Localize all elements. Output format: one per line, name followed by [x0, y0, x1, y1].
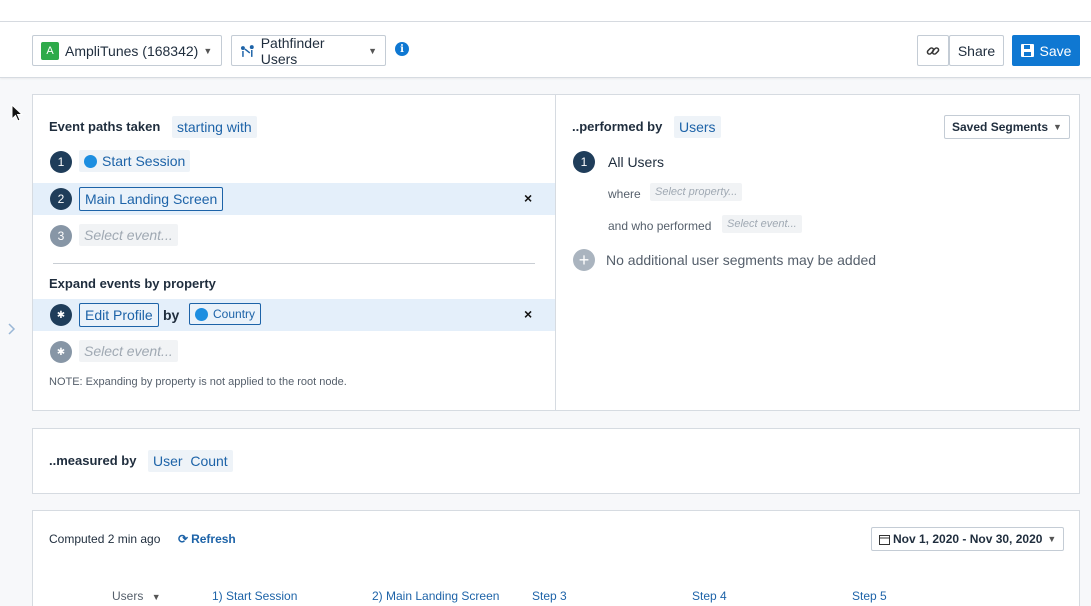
- column-step-3[interactable]: Step 3: [532, 589, 567, 603]
- chevron-right-icon[interactable]: [7, 322, 17, 336]
- chart-header: A AmpliTunes (168342) ▼ Pathfinder Users…: [0, 22, 1091, 78]
- expand-note: NOTE: Expanding by property is not appli…: [49, 376, 347, 388]
- step-event-start-session[interactable]: Start Session: [79, 150, 191, 172]
- events-title: Event paths taken: [49, 119, 161, 134]
- save-button[interactable]: Save: [1012, 35, 1080, 66]
- expand-title: Expand events by property: [49, 276, 216, 291]
- step-number: 2: [50, 188, 72, 210]
- chevron-down-icon: ▼: [151, 592, 161, 602]
- no-more-segments-text: No additional user segments may be added: [606, 252, 877, 268]
- saved-segments-dropdown[interactable]: Saved Segments ▼: [944, 115, 1070, 139]
- date-range-picker[interactable]: Nov 1, 2020 - Nov 30, 2020 ▼: [871, 527, 1065, 551]
- app-selector-label: AmpliTunes (168342): [65, 42, 199, 59]
- chevron-down-icon: ▼: [203, 45, 213, 56]
- who-performed-label: and who performed: [608, 219, 712, 233]
- chart-type-selector[interactable]: Pathfinder Users ▼: [231, 34, 386, 67]
- step-number: 3: [50, 225, 72, 247]
- chart-type-label: Pathfinder Users: [260, 34, 325, 67]
- expand-bullet: ✱: [50, 304, 72, 326]
- app-selector[interactable]: A AmpliTunes (168342) ▼: [32, 35, 222, 66]
- floppy-disk-icon: [1020, 44, 1034, 57]
- expand-property-country[interactable]: Country: [189, 303, 262, 325]
- segment-name[interactable]: All Users: [608, 154, 664, 170]
- remove-expand-button[interactable]: ×: [524, 306, 532, 322]
- select-property-input[interactable]: Select property...: [650, 183, 743, 201]
- column-users[interactable]: Users ▼: [112, 589, 161, 603]
- save-label: Save: [1039, 42, 1072, 59]
- amplitude-event-icon: [84, 154, 97, 168]
- column-step-2[interactable]: 2) Main Landing Screen: [372, 589, 499, 603]
- remove-step-button[interactable]: ×: [524, 190, 532, 206]
- divider: [53, 263, 535, 264]
- chevron-down-icon: ▼: [1047, 534, 1057, 544]
- performed-by-target[interactable]: Users: [674, 116, 721, 138]
- pathfinder-icon: [240, 44, 254, 57]
- computed-status: Computed 2 min ago: [49, 532, 161, 546]
- metric-selector[interactable]: User Count: [148, 450, 233, 472]
- top-strip: [0, 0, 1091, 22]
- refresh-icon: ⟳: [178, 532, 189, 546]
- app-badge: A: [41, 41, 59, 60]
- segment-number: 1: [573, 151, 595, 173]
- column-label: Users: [112, 589, 144, 603]
- copy-link-button[interactable]: [917, 35, 949, 66]
- path-mode-selector[interactable]: starting with: [172, 116, 257, 138]
- column-step-5[interactable]: Step 5: [852, 589, 887, 603]
- column-step-4[interactable]: Step 4: [692, 589, 727, 603]
- step-event-label: Start Session: [102, 153, 186, 169]
- where-label: where: [608, 187, 641, 201]
- step-event-main-landing-screen[interactable]: Main Landing Screen: [79, 187, 224, 211]
- refresh-button[interactable]: ⟳ Refresh: [178, 532, 236, 546]
- share-button[interactable]: Share: [949, 35, 1004, 66]
- select-event-input[interactable]: Select event...: [79, 224, 178, 246]
- step-number: 1: [50, 151, 72, 173]
- chevron-down-icon: ▼: [1053, 122, 1062, 132]
- add-segment-icon: +: [573, 249, 595, 271]
- refresh-label: Refresh: [191, 532, 236, 546]
- expand-event-edit-profile[interactable]: Edit Profile: [79, 303, 159, 327]
- mouse-cursor-icon: [11, 104, 23, 122]
- info-icon[interactable]: i: [395, 42, 409, 56]
- measured-title: ..measured by: [49, 453, 137, 468]
- who-performed-select-event[interactable]: Select event...: [722, 215, 802, 233]
- column-step-1[interactable]: 1) Start Session: [212, 589, 297, 603]
- calendar-icon: [879, 534, 890, 545]
- date-range-label: Nov 1, 2020 - Nov 30, 2020: [893, 532, 1043, 546]
- property-label: Country: [213, 307, 256, 321]
- by-label: by: [163, 307, 180, 323]
- chevron-down-icon: ▼: [368, 45, 377, 56]
- link-icon: [926, 46, 940, 55]
- saved-segments-label: Saved Segments: [952, 120, 1049, 134]
- expand-bullet: ✱: [50, 341, 72, 363]
- segments-title: ..performed by: [572, 119, 663, 134]
- amplitude-property-icon: [195, 307, 208, 321]
- events-panel: [32, 94, 556, 411]
- expand-select-event-input[interactable]: Select event...: [79, 340, 178, 362]
